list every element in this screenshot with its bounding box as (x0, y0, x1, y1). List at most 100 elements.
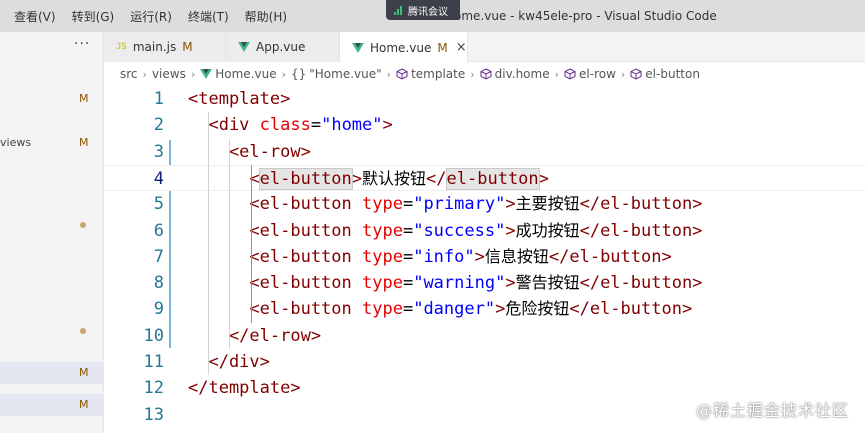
line-number: 13 (143, 404, 164, 425)
code-token: = (402, 194, 414, 215)
chevron-right-icon: › (470, 67, 475, 81)
code-token: 危险按钮 (505, 299, 570, 319)
vue-icon (238, 42, 250, 52)
tab-label: App.vue (256, 40, 306, 54)
menu-item[interactable]: 帮助(H) (245, 8, 287, 25)
code-line[interactable]: 2 <div class="home"> (104, 112, 865, 138)
code-token: "info" (413, 246, 475, 267)
tab-app-vue[interactable]: App.vue (226, 32, 340, 62)
breadcrumb-item[interactable]: div.home (480, 67, 550, 81)
code-line[interactable]: 11 </div> (104, 349, 865, 375)
braces-icon: {} (290, 67, 307, 81)
code-token: <el-button (188, 220, 362, 241)
title-bar: 查看(V) 转到(G) 运行(R) 终端(T) 帮助(H) Home.vue - kw4… (0, 0, 865, 32)
code-line[interactable]: 5 <el-button type="primary">主要按钮</el-but… (104, 191, 865, 217)
code-token: 信息按钮 (484, 246, 549, 266)
more-actions-icon[interactable]: ··· (74, 36, 90, 52)
line-number: 10 (143, 325, 164, 346)
sidebar-file-row[interactable] (0, 214, 104, 236)
code-line[interactable]: 4 <el-button>默认按钮</el-button> (104, 164, 865, 191)
menu-item[interactable]: 查看(V) (14, 8, 56, 25)
breadcrumb-item[interactable]: el-button (630, 67, 700, 81)
menu-item[interactable]: 终端(T) (188, 8, 229, 25)
code-token: > (495, 299, 506, 320)
explorer-sidebar: ··· Mviews M M M (0, 32, 104, 433)
code-line[interactable]: 8 <el-button type="warning">警告按钮</el-but… (104, 270, 865, 296)
sidebar-file-row[interactable]: M (0, 362, 104, 384)
chevron-right-icon: › (142, 67, 147, 81)
js-icon: JS (116, 42, 127, 52)
indent-guide (251, 164, 253, 323)
line-number: 3 (153, 141, 164, 162)
code-token: <div (188, 115, 260, 136)
menu-item[interactable]: 运行(R) (130, 8, 172, 25)
breadcrumb-label: div.home (494, 67, 550, 81)
window-title: Home.vue - kw45ele-pro - Visual Studio C… (445, 9, 717, 23)
breadcrumb-item[interactable]: {} "Home.vue" (291, 67, 382, 81)
code-token: type (362, 246, 403, 267)
code-token: > (351, 168, 363, 189)
menu-item[interactable]: 转到(G) (72, 8, 115, 25)
line-number: 9 (153, 299, 164, 320)
code-token: </template> (188, 378, 301, 399)
meeting-badge[interactable]: 腾讯会议 (386, 0, 460, 20)
explorer-header: ··· (0, 32, 104, 62)
breadcrumb-item[interactable]: el-row (564, 67, 616, 81)
code-token: > (382, 115, 393, 136)
sidebar-file-row[interactable]: M (0, 394, 104, 416)
element-icon (480, 68, 492, 80)
element-icon (564, 68, 576, 80)
breadcrumb-item[interactable]: template (396, 67, 465, 81)
line-number: 12 (143, 378, 164, 399)
tab-main-js[interactable]: JS main.js M (104, 32, 226, 62)
code-token: > (505, 194, 516, 215)
code-line[interactable]: 1 <template> (104, 86, 865, 112)
code-token: > (474, 246, 485, 267)
code-line[interactable]: 6 <el-button type="success">成功按钮</el-but… (104, 218, 865, 244)
element-icon (630, 68, 642, 80)
code-token: <el-button (188, 246, 362, 267)
code-token: el-button (445, 167, 540, 190)
tab-home-vue[interactable]: Home.vue M × (340, 32, 468, 63)
code-token: el-button (258, 167, 353, 190)
line-number: 5 (153, 194, 164, 215)
code-token: </ (426, 168, 447, 189)
code-token: "success" (413, 220, 506, 241)
code-token: </el-button> (579, 273, 703, 294)
code-token: </el-button> (569, 299, 693, 320)
sidebar-file-row[interactable]: views M (0, 132, 104, 154)
line-number: 8 (153, 273, 164, 294)
code-text: <el-button type="success">成功按钮</el-butto… (188, 218, 702, 244)
tab-label: main.js (132, 40, 177, 54)
line-number: 1 (153, 89, 164, 109)
code-line[interactable]: 7 <el-button type="info">信息按钮</el-button… (104, 244, 865, 270)
breadcrumb-item[interactable]: Home.vue (200, 67, 277, 81)
code-token: </el-button> (579, 194, 703, 215)
close-icon[interactable]: × (456, 40, 467, 55)
element-icon (396, 68, 408, 80)
code-editor[interactable]: 1 <template> 2 <div class="home"> 3 <el-row… (104, 86, 865, 433)
code-token: <el-button (188, 273, 362, 294)
modified-badge: M (79, 366, 89, 379)
line-number: 4 (153, 168, 164, 189)
code-token: "warning" (413, 273, 506, 294)
breadcrumb-label: src (120, 67, 138, 81)
code-text: </template> (188, 375, 301, 401)
breadcrumb-item[interactable]: src (120, 67, 138, 81)
modified-badge: M (437, 40, 448, 55)
menu-bar: 查看(V) 转到(G) 运行(R) 终端(T) 帮助(H) (14, 0, 287, 32)
code-line[interactable]: 9 <el-button type="danger">危险按钮</el-butt… (104, 296, 865, 322)
sidebar-file-row[interactable] (0, 320, 104, 342)
sidebar-file-row[interactable]: M (0, 88, 104, 110)
code-line[interactable]: 3 <el-row> (104, 139, 865, 165)
modified-badge: M (182, 40, 193, 54)
breadcrumb-label: template (411, 67, 466, 81)
editor-tab-bar: JS main.js M App.vue Home.vue M × (104, 32, 865, 63)
chevron-right-icon: › (386, 67, 392, 81)
code-token: <el-row> (188, 141, 311, 162)
code-line[interactable]: 10 </el-row> (104, 323, 865, 349)
code-text: <el-button type="danger">危险按钮</el-button… (188, 296, 692, 322)
code-token: "home" (321, 115, 383, 136)
breadcrumb-item[interactable]: views (152, 67, 186, 81)
code-token: 警告按钮 (515, 273, 580, 293)
